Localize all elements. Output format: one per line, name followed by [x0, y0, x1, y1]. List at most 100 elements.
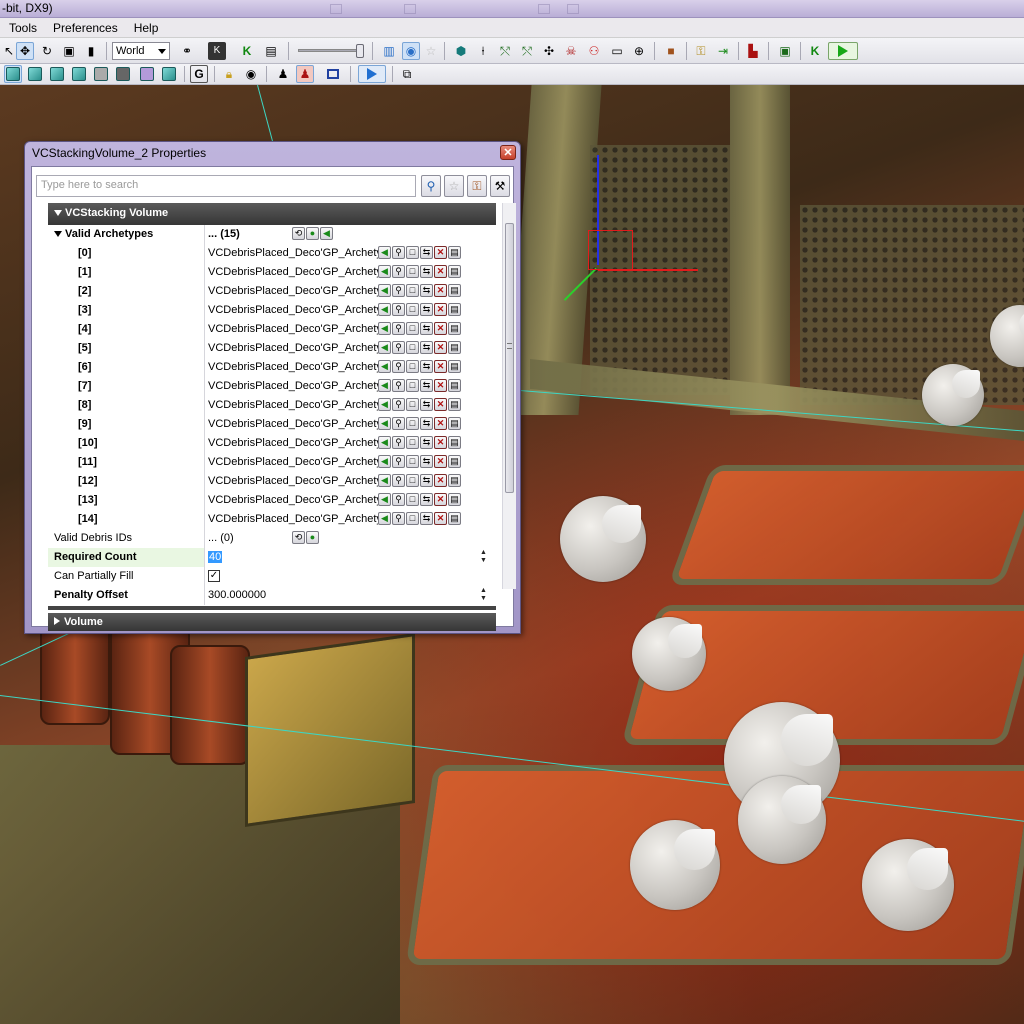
archetype-row[interactable]: [11] VCDebrisPlaced_Deco'GP_Archetypes.Ob…	[48, 453, 496, 472]
menu-help[interactable]: Help	[125, 18, 166, 35]
use-selected-icon[interactable]: ◀	[378, 360, 391, 373]
delete-icon[interactable]: ✕	[434, 493, 447, 506]
duplicate-icon[interactable]: ⇆	[420, 493, 433, 506]
archetype-row[interactable]: [6] VCDebrisPlaced_Deco'GP_Archetypes.Obj…	[48, 358, 496, 377]
delete-icon[interactable]: ✕	[434, 360, 447, 373]
debris-sphere[interactable]	[738, 776, 826, 864]
duplicate-icon[interactable]: ⇆	[420, 417, 433, 430]
clear-icon[interactable]: □	[406, 322, 419, 335]
duplicate-icon[interactable]: ⇆	[420, 360, 433, 373]
insert-icon[interactable]: ▤	[448, 303, 461, 316]
play-button[interactable]	[828, 42, 858, 60]
duplicate-icon[interactable]: ⇆	[420, 246, 433, 259]
import-icon[interactable]: ⇥	[714, 42, 732, 60]
clear-icon[interactable]: □	[406, 455, 419, 468]
rotate-icon[interactable]: ↻	[38, 42, 56, 60]
can-partially-fill-checkbox[interactable]: ✓	[208, 570, 220, 582]
archetype-row[interactable]: [1] VCDebrisPlaced_Deco'GP_Archetypes.Obj…	[48, 263, 496, 282]
wrench-icon[interactable]: ⚒	[490, 175, 510, 197]
duplicate-icon[interactable]: ⇆	[420, 379, 433, 392]
use-selected-icon[interactable]: ◀	[378, 265, 391, 278]
debris-sphere[interactable]	[862, 839, 954, 931]
kismet-debug-icon[interactable]: K	[806, 42, 824, 60]
property-valid-archetypes[interactable]: Valid Archetypes ... (15) ⟲ ● ◀	[48, 225, 496, 244]
array-insert-icon[interactable]: ⟲	[292, 531, 305, 544]
delete-icon[interactable]: ✕	[434, 512, 447, 525]
archetype-row[interactable]: [5] VCDebrisPlaced_Deco'GP_Archetypes.Obj…	[48, 339, 496, 358]
archetype-row[interactable]: [14] VCDebrisPlaced_Deco'GP_Archetypes.Ob…	[48, 510, 496, 529]
cube-lit-icon[interactable]	[48, 65, 66, 83]
browse-magnifier-icon[interactable]: ⚲	[392, 417, 405, 430]
insert-icon[interactable]: ▤	[448, 455, 461, 468]
spinner-icon[interactable]: ▲ ▼	[480, 549, 490, 565]
content-browser-icon[interactable]: ◉	[402, 42, 420, 60]
scale-icon[interactable]: ▣	[60, 42, 78, 60]
kismet-icon[interactable]: K	[208, 42, 226, 60]
delete-icon[interactable]: ✕	[434, 303, 447, 316]
insert-icon[interactable]: ▤	[448, 417, 461, 430]
realtime-icon[interactable]	[324, 65, 342, 83]
search-icon[interactable]: ⚲	[421, 175, 441, 197]
network-icon[interactable]: ✣	[540, 42, 558, 60]
player-start-icon[interactable]: ♟	[296, 65, 314, 83]
nonuniform-scale-icon[interactable]: ▮	[82, 42, 100, 60]
archetype-row[interactable]: [8] VCDebrisPlaced_Deco'GP_Archetypes.Obj…	[48, 396, 496, 415]
archetype-row[interactable]: [4] VCDebrisPlaced_Deco'GP_Archetypes.Obj…	[48, 320, 496, 339]
delete-icon[interactable]: ✕	[434, 455, 447, 468]
property-value[interactable]: 300.000000	[204, 586, 496, 605]
clear-icon[interactable]: □	[406, 417, 419, 430]
monitor-icon[interactable]: ▭	[608, 42, 626, 60]
property-penalty-offset[interactable]: Penalty Offset 300.000000 ▲ ▼	[48, 586, 496, 605]
use-selected-icon[interactable]: ◀	[378, 474, 391, 487]
property-value[interactable]: 40	[204, 548, 496, 567]
mixer-icon[interactable]: ⊕	[630, 42, 648, 60]
array-empty-icon[interactable]: ◀	[320, 227, 333, 240]
duplicate-icon[interactable]: ⇆	[420, 322, 433, 335]
translate-icon[interactable]: ✥	[16, 42, 34, 60]
browse-magnifier-icon[interactable]: ⚲	[392, 436, 405, 449]
cube-detail-icon[interactable]	[70, 65, 88, 83]
k-green-icon[interactable]: K	[238, 42, 256, 60]
insert-icon[interactable]: ▤	[448, 284, 461, 297]
debris-sphere[interactable]	[922, 364, 984, 426]
shield-icon[interactable]: ⬢	[452, 42, 470, 60]
play-in-viewport-icon[interactable]: ▣	[776, 42, 794, 60]
browse-magnifier-icon[interactable]: ⚲	[392, 322, 405, 335]
clear-icon[interactable]: □	[406, 360, 419, 373]
archetype-row[interactable]: [9] VCDebrisPlaced_Deco'GP_Archetypes.Obj…	[48, 415, 496, 434]
duplicate-icon[interactable]: ⇆	[420, 284, 433, 297]
insert-icon[interactable]: ▤	[448, 379, 461, 392]
browse-magnifier-icon[interactable]: ⚲	[392, 474, 405, 487]
insert-icon[interactable]: ▤	[448, 341, 461, 354]
use-selected-icon[interactable]: ◀	[378, 417, 391, 430]
cube-shadow-icon[interactable]	[114, 65, 132, 83]
use-selected-icon[interactable]: ◀	[378, 246, 391, 259]
array-add-icon[interactable]: ●	[306, 531, 319, 544]
delete-icon[interactable]: ✕	[434, 474, 447, 487]
duplicate-icon[interactable]: ⇆	[420, 265, 433, 278]
clear-icon[interactable]: □	[406, 341, 419, 354]
clear-icon[interactable]: □	[406, 512, 419, 525]
path-link-icon[interactable]: ⤲	[518, 42, 536, 60]
property-can-partially-fill[interactable]: Can Partially Fill ✓	[48, 567, 496, 586]
delete-icon[interactable]: ✕	[434, 322, 447, 335]
browse-magnifier-icon[interactable]: ⚲	[392, 341, 405, 354]
array-insert-icon[interactable]: ⟲	[292, 227, 305, 240]
browse-magnifier-icon[interactable]: ⚲	[392, 360, 405, 373]
insert-icon[interactable]: ▤	[448, 246, 461, 259]
debris-sphere[interactable]	[560, 496, 646, 582]
use-selected-icon[interactable]: ◀	[378, 284, 391, 297]
browse-magnifier-icon[interactable]: ⚲	[392, 455, 405, 468]
use-selected-icon[interactable]: ◀	[378, 436, 391, 449]
duplicate-icon[interactable]: ⇆	[420, 436, 433, 449]
browse-magnifier-icon[interactable]: ⚲	[392, 379, 405, 392]
archetype-row[interactable]: [10] VCDebrisPlaced_Deco'GP_Archetypes.Ob…	[48, 434, 496, 453]
lock-properties-icon[interactable]: ⚿	[467, 175, 487, 197]
required-count-input[interactable]: 40	[208, 551, 223, 563]
properties-scrollbar[interactable]	[502, 203, 516, 589]
use-selected-icon[interactable]: ◀	[378, 493, 391, 506]
key-icon[interactable]: ⚿	[692, 42, 710, 60]
duplicate-icon[interactable]: ⇆	[420, 303, 433, 316]
clear-icon[interactable]: □	[406, 474, 419, 487]
matinee-icon[interactable]: ▤	[262, 42, 280, 60]
